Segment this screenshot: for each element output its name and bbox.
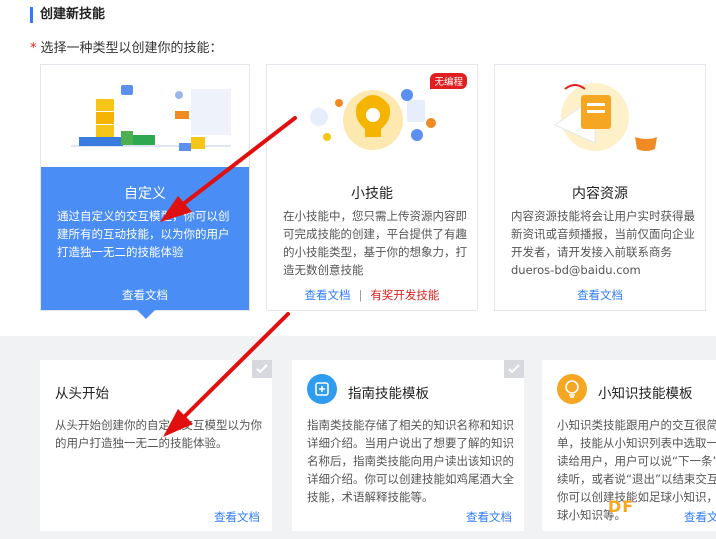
view-docs-link[interactable]: 查看文档 [684, 509, 716, 525]
template-card-guide[interactable]: 指南技能模板 指南类技能存储了相关的知识名称和知识详细介绍。当用户说出了想要了解… [292, 360, 524, 531]
card-title-mini: 小技能 [351, 186, 393, 202]
view-docs-link[interactable]: 查看文档 [122, 288, 168, 302]
mini-illustration [267, 65, 477, 167]
prompt-text: 选择一种类型以创建你的技能： [40, 41, 223, 56]
lightbulb-icon [557, 374, 587, 404]
template-title-scratch: 从头开始 [55, 386, 109, 402]
reward-dev-link[interactable]: 有奖开发技能 [370, 288, 439, 302]
card-desc-content: 内容资源技能将会让用户实时获得最新资讯或音频播报，当前仅面向企业开发者，请开发接… [511, 209, 695, 277]
skill-type-card-mini[interactable]: 无编程 小技能 在小技能中，您只需上传资源内容即可完成技能的创建，平台提供了有趣… [266, 64, 478, 311]
page-title: 创建新技能 [30, 7, 105, 23]
compass-icon [307, 374, 337, 404]
check-icon [252, 360, 272, 378]
view-docs-link[interactable]: 查看文档 [305, 288, 351, 302]
skill-type-card-custom[interactable]: 自定义 通过自定义的交互模型，你可以创建所有的互动技能，以为你的用户打造独一无二… [40, 64, 250, 319]
template-desc-guide: 指南类技能存储了相关的知识名称和知识详细介绍。当用户说出了想要了解的知识名称后，… [307, 418, 514, 504]
template-desc-scratch: 从头开始创建你的自定义交互模型以为你的用户打造独一无二的技能体验。 [55, 418, 262, 450]
check-icon [504, 360, 524, 378]
card-title-custom: 自定义 [124, 186, 166, 202]
view-docs-link[interactable]: 查看文档 [577, 288, 623, 302]
content-illustration [495, 65, 705, 167]
type-prompt: * 选择一种类型以创建你的技能： [30, 37, 223, 56]
template-card-scratch[interactable]: 从头开始 从头开始创建你的自定义交互模型以为你的用户打造独一无二的技能体验。 查… [40, 360, 272, 531]
card-title-content: 内容资源 [572, 186, 628, 202]
view-docs-link[interactable]: 查看文档 [466, 509, 512, 525]
watermark-logo: DF [608, 497, 635, 516]
template-title-guide: 指南技能模板 [348, 386, 429, 402]
card-desc-mini: 在小技能中，您只需上传资源内容即可完成技能的创建，平台提供了有趣的小技能类型，基… [283, 209, 467, 277]
custom-illustration [41, 65, 249, 167]
skill-type-card-content[interactable]: 内容资源 内容资源技能将会让用户实时获得最新资讯或音频播报，当前仅面向企业开发者… [494, 64, 706, 311]
required-star: * [30, 41, 37, 56]
view-docs-link[interactable]: 查看文档 [214, 509, 260, 525]
template-title-trivia: 小知识技能模板 [598, 386, 693, 402]
template-desc-trivia: 小知识类技能跟用户的交互很简单，技能从小知识列表中选取一条读给用户，用户可以说“… [557, 418, 716, 522]
link-separator: | [358, 288, 363, 302]
card-desc-custom: 通过自定义的交互模型，你可以创建所有的互动技能，以为你的用户打造独一无二的技能体… [57, 209, 230, 259]
selected-pointer [137, 310, 155, 319]
